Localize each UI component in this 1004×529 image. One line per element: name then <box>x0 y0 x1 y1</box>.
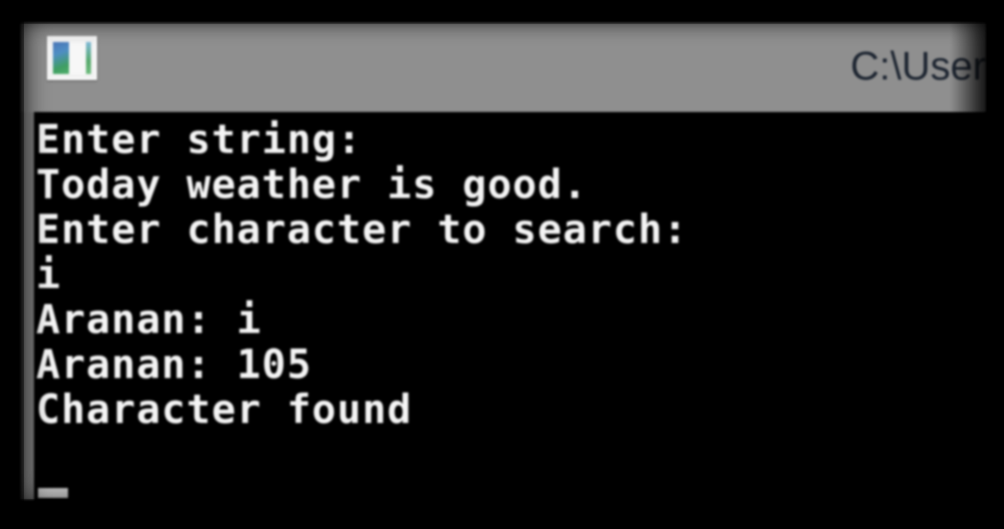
icon-pane-middle <box>68 42 86 74</box>
console-line: i <box>36 252 62 298</box>
window-left-frame <box>20 112 34 500</box>
window-title-text: C:\User <box>850 44 986 89</box>
console-line: Character found <box>36 387 413 433</box>
console-line: Aranan: i <box>36 297 262 343</box>
console-output: Enter string: Today weather is good. Ent… <box>36 118 986 433</box>
console-line: Aranan: 105 <box>36 342 312 388</box>
console-window[interactable]: C:\User Enter string: Today weather is g… <box>20 22 1004 503</box>
window-title-bar[interactable]: C:\User <box>20 22 986 112</box>
icon-pane-left <box>53 42 69 74</box>
photo-edge-bottom <box>0 499 1004 529</box>
console-app-icon[interactable] <box>47 36 97 80</box>
icon-pane-right <box>85 42 91 74</box>
console-line: Enter string: <box>36 117 363 163</box>
console-cursor <box>38 488 68 498</box>
console-line: Today weather is good. <box>36 162 588 208</box>
photo-edge-top <box>0 0 1004 24</box>
console-line: Enter character to search: <box>36 207 689 253</box>
screenshot-root: C:\User Enter string: Today weather is g… <box>0 0 1004 529</box>
